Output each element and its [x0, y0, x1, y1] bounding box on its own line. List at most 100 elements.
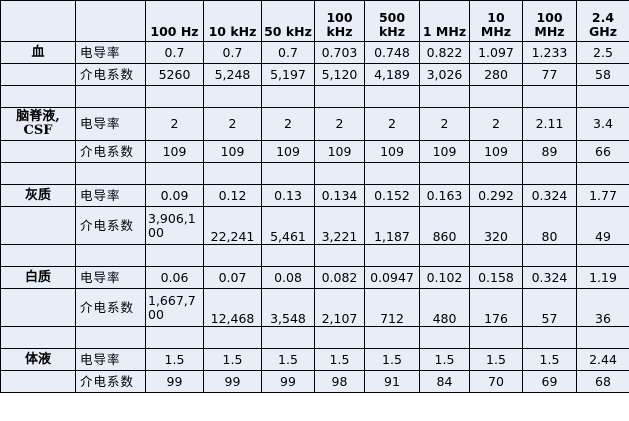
tissue-label: 体液	[0, 348, 76, 371]
tissue-label	[0, 288, 76, 327]
value-cell: 3,548	[261, 288, 315, 327]
value-cell: 5260	[145, 63, 204, 86]
value-cell: 1.5	[314, 348, 365, 371]
table-row: 介电系数 1,667,7 00 12,468 3,548 2,107 712 480 176 57…	[0, 288, 629, 327]
spacer-cell	[261, 85, 315, 108]
value-cell: 0.7	[203, 41, 262, 64]
value-cell: 36	[576, 288, 629, 327]
column-header: 100 MHz	[522, 0, 577, 42]
value-cell: 2.44	[576, 348, 629, 371]
value-cell: 0.7	[261, 41, 315, 64]
spacer-cell	[469, 244, 523, 267]
spacer-cell	[576, 244, 629, 267]
value-cell: 1,187	[364, 206, 420, 245]
spacer-cell	[203, 326, 262, 349]
column-header: 100 kHz	[314, 0, 365, 42]
property-label: 电导率	[75, 107, 146, 141]
value-cell: 1.5	[469, 348, 523, 371]
value-cell: 77	[522, 63, 577, 86]
value-cell: 1.5	[261, 348, 315, 371]
spacer-cell	[203, 244, 262, 267]
spacer-cell	[75, 85, 146, 108]
spacer-cell	[576, 326, 629, 349]
spacer-cell	[469, 326, 523, 349]
value-cell: 0.748	[364, 41, 420, 64]
spacer-cell	[522, 85, 577, 108]
spacer-row	[0, 244, 629, 267]
value-text-line: 00	[148, 306, 164, 322]
value-cell: 91	[364, 370, 420, 393]
value-cell: 5,120	[314, 63, 365, 86]
spacer-cell	[364, 162, 420, 185]
value-cell: 0.102	[419, 266, 470, 289]
value-cell: 3.4	[576, 107, 629, 141]
spacer-row	[0, 326, 629, 349]
tissue-label: 白质	[0, 266, 76, 289]
spacer-cell	[576, 85, 629, 108]
spacer-cell	[0, 244, 76, 267]
spacer-cell	[522, 244, 577, 267]
value-cell: 99	[145, 370, 204, 393]
value-cell: 0.822	[419, 41, 470, 64]
tissue-label	[0, 140, 76, 163]
value-cell: 280	[469, 63, 523, 86]
value-cell: 68	[576, 370, 629, 393]
spacer-cell	[419, 244, 470, 267]
value-cell: 1.097	[469, 41, 523, 64]
value-cell: 109	[261, 140, 315, 163]
spacer-cell	[469, 85, 523, 108]
value-cell: 0.158	[469, 266, 523, 289]
tissue-label	[0, 370, 76, 393]
value-cell: 0.0947	[364, 266, 420, 289]
spacer-cell	[364, 85, 420, 108]
table-row: 体液 电导率 1.5 1.5 1.5 1.5 1.5 1.5 1.5 1.5 2.44	[0, 348, 629, 371]
value-cell: 3,026	[419, 63, 470, 86]
value-cell: 2.11	[522, 107, 577, 141]
value-cell: 0.12	[203, 184, 262, 207]
value-cell: 109	[469, 140, 523, 163]
value-cell: 0.7	[145, 41, 204, 64]
value-cell: 860	[419, 206, 470, 245]
corner-cell	[75, 0, 146, 42]
spacer-cell	[522, 326, 577, 349]
spacer-row	[0, 85, 629, 108]
value-cell: 2	[203, 107, 262, 141]
value-cell: 2	[364, 107, 420, 141]
spacer-cell	[261, 326, 315, 349]
spacer-cell	[75, 162, 146, 185]
property-label: 介电系数	[75, 206, 146, 245]
spacer-cell	[203, 162, 262, 185]
value-cell: 0.152	[364, 184, 420, 207]
column-header-text: GHz	[589, 24, 617, 39]
spacer-cell	[469, 162, 523, 185]
value-cell: 176	[469, 288, 523, 327]
tissue-label	[0, 63, 76, 86]
property-label: 电导率	[75, 266, 146, 289]
value-cell: 89	[522, 140, 577, 163]
spacer-cell	[314, 162, 365, 185]
tissue-name: 体液	[24, 351, 51, 367]
value-cell: 1.5	[522, 348, 577, 371]
value-cell: 109	[145, 140, 204, 163]
property-label: 介电系数	[75, 63, 146, 86]
spacer-cell	[0, 85, 76, 108]
header-row: 100 Hz 10 kHz 50 kHz 100 kHz 500 kHz 1 MHz 10 MHz…	[0, 0, 629, 42]
spacer-cell	[145, 244, 204, 267]
value-cell: 80	[522, 206, 577, 245]
value-cell: 0.134	[314, 184, 365, 207]
property-label: 电导率	[75, 184, 146, 207]
value-cell: 69	[522, 370, 577, 393]
value-cell: 2	[145, 107, 204, 141]
spacer-cell	[364, 244, 420, 267]
tissue-name: 脑脊液,	[16, 109, 60, 124]
spacer-cell	[314, 326, 365, 349]
value-cell: 57	[522, 288, 577, 327]
spacer-cell	[75, 244, 146, 267]
value-cell: 49	[576, 206, 629, 245]
value-cell: 1.233	[522, 41, 577, 64]
column-header: 10 kHz	[203, 0, 262, 42]
value-cell: 712	[364, 288, 420, 327]
value-cell: 2,107	[314, 288, 365, 327]
value-cell: 109	[364, 140, 420, 163]
spacer-cell	[0, 326, 76, 349]
